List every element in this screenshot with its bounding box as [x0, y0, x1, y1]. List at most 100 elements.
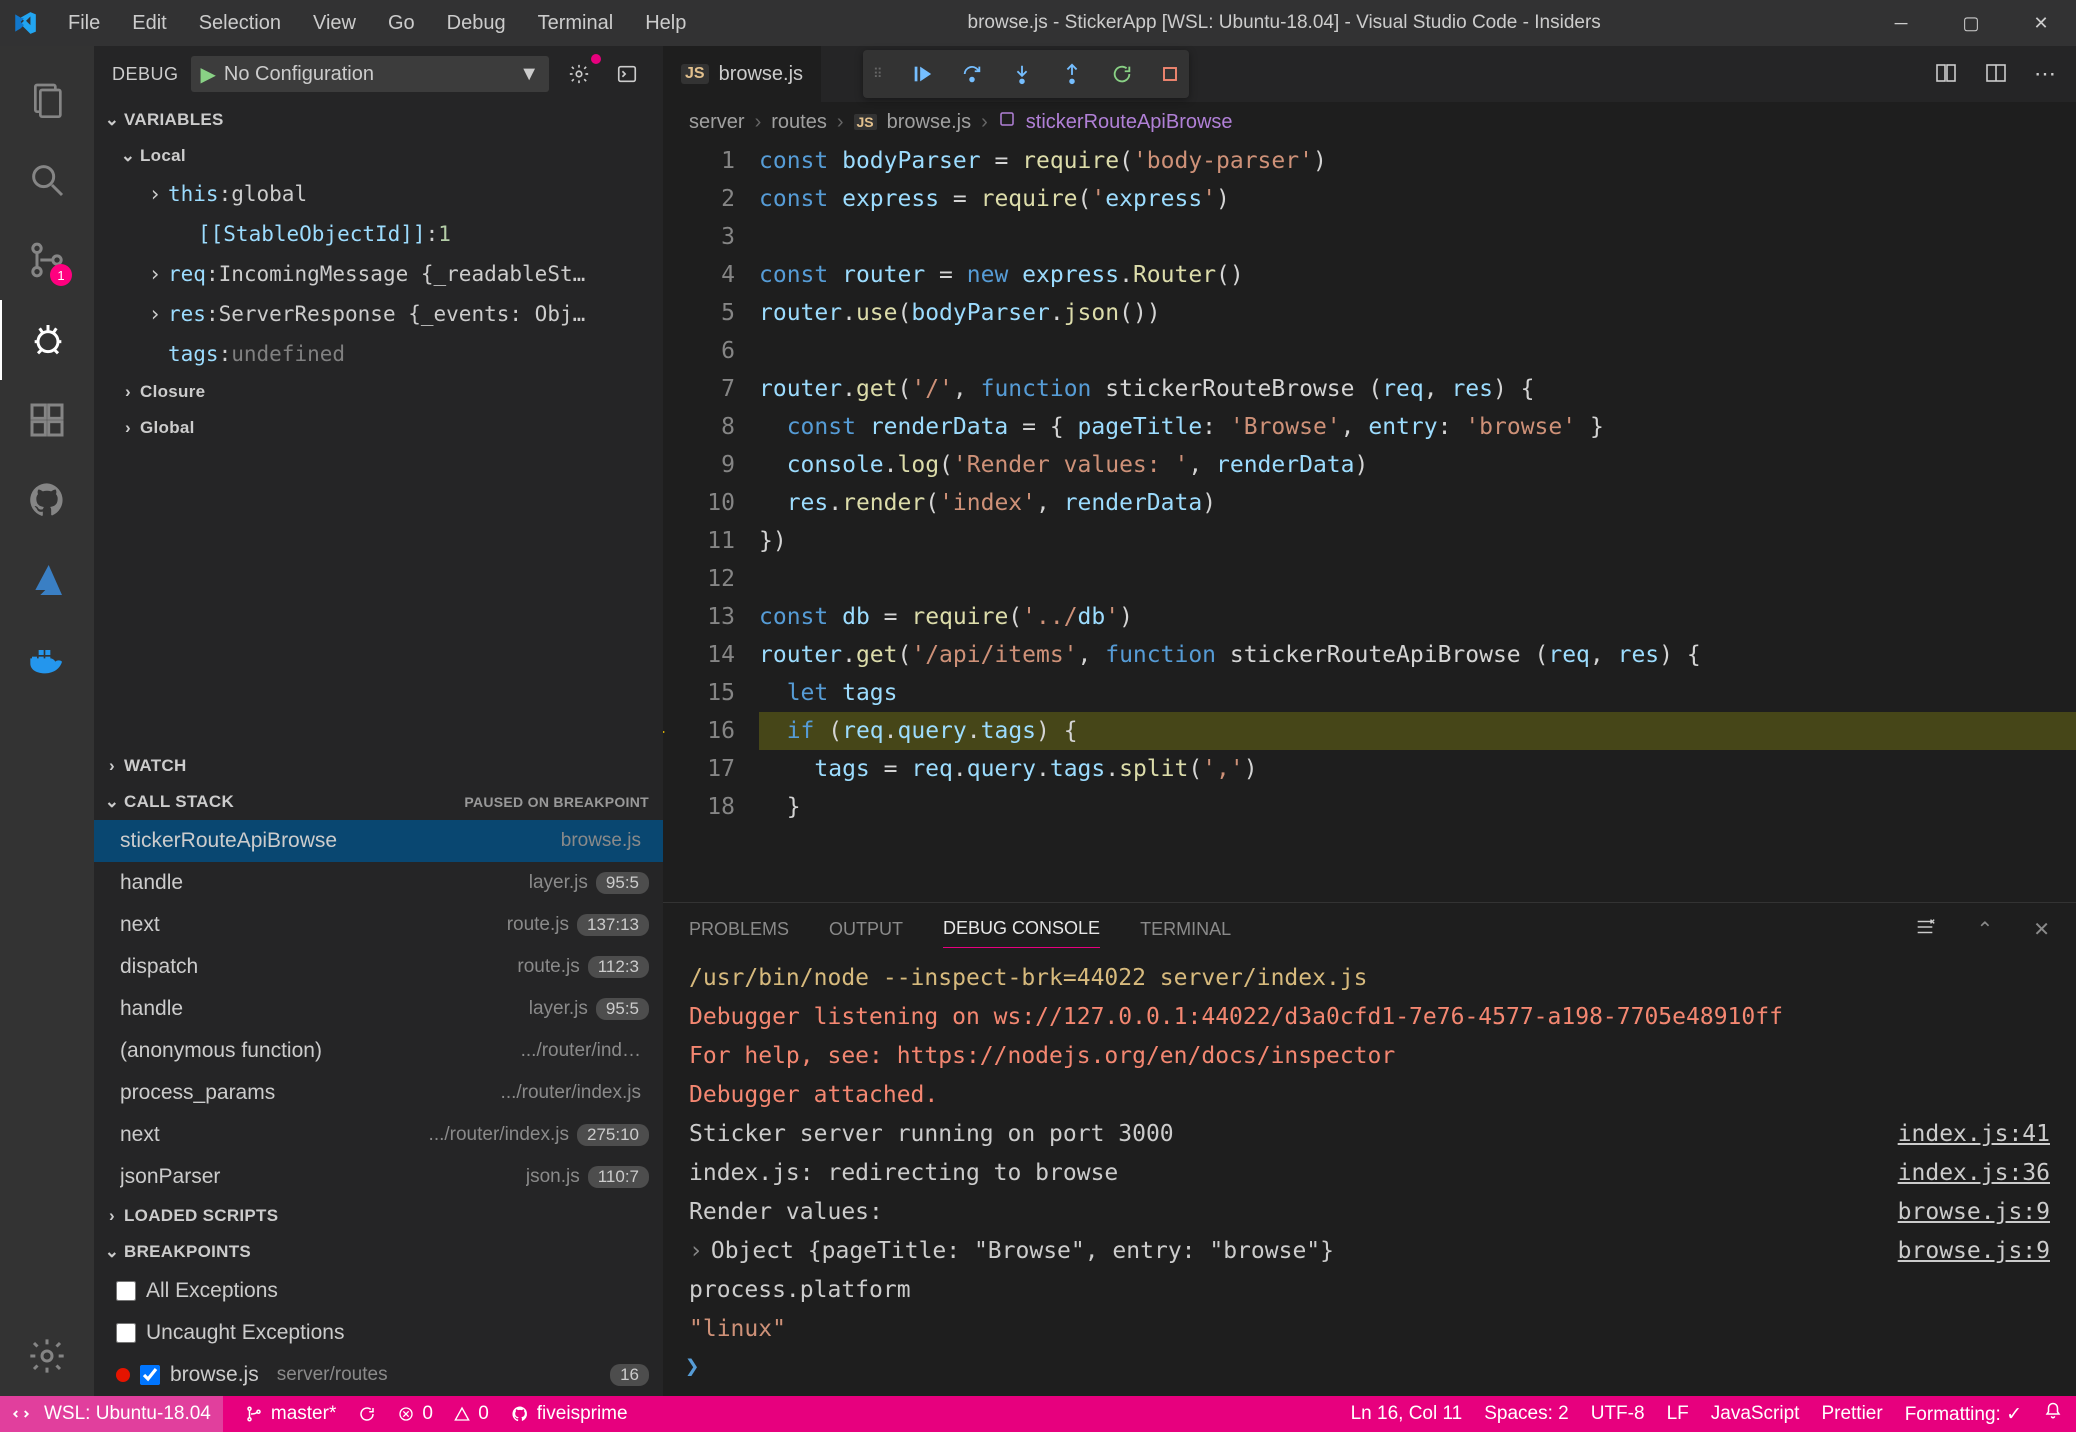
callstack-frame[interactable]: next.../router/index.js275:10: [94, 1114, 663, 1156]
js-file-icon: JS: [854, 114, 877, 130]
formatting-status[interactable]: Formatting: ✓: [1905, 1403, 2022, 1426]
split-editor-icon[interactable]: [1984, 61, 2008, 88]
bp-line-badge: 16: [610, 1364, 649, 1386]
continue-button[interactable]: [911, 63, 933, 85]
panel-tab-problems[interactable]: PROBLEMS: [689, 911, 789, 948]
indentation[interactable]: Spaces: 2: [1484, 1403, 1569, 1425]
breadcrumb[interactable]: server› routes› JS browse.js› stickerRou…: [663, 102, 2076, 142]
callstack-frame[interactable]: jsonParserjson.js110:7: [94, 1156, 663, 1198]
clear-console-icon[interactable]: [1914, 916, 1936, 943]
prettier-status[interactable]: Prettier: [1821, 1403, 1882, 1425]
extensions-icon[interactable]: [0, 380, 94, 460]
explorer-icon[interactable]: [0, 60, 94, 140]
callstack-frame[interactable]: (anonymous function).../router/ind…: [94, 1030, 663, 1072]
close-panel-icon[interactable]: ✕: [2033, 917, 2050, 942]
close-button[interactable]: ✕: [2006, 0, 2076, 46]
debug-config-dropdown[interactable]: ▶ No Configuration ▼: [191, 56, 549, 92]
callstack-frame[interactable]: process_params.../router/index.js: [94, 1072, 663, 1114]
breakpoint-all-exceptions[interactable]: All Exceptions: [94, 1270, 663, 1312]
variable-row[interactable]: ›req: IncomingMessage {_readableSt…: [94, 254, 663, 294]
debug-console-toggle-icon[interactable]: [609, 56, 645, 92]
callstack-frame[interactable]: dispatchroute.js112:3: [94, 946, 663, 988]
menu-bar: File Edit Selection View Go Debug Termin…: [52, 2, 702, 45]
azure-icon[interactable]: [0, 540, 94, 620]
menu-view[interactable]: View: [297, 2, 372, 45]
menu-selection[interactable]: Selection: [183, 2, 297, 45]
debug-console-output[interactable]: /usr/bin/node --inspect-brk=44022 server…: [663, 955, 2076, 1352]
panel-tab-terminal[interactable]: TERMINAL: [1140, 911, 1231, 948]
breadcrumb-item[interactable]: server: [689, 111, 745, 134]
title-bar: File Edit Selection View Go Debug Termin…: [0, 0, 2076, 46]
step-out-button[interactable]: [1061, 63, 1083, 85]
callstack-frame[interactable]: handlelayer.js95:5: [94, 988, 663, 1030]
language-mode[interactable]: JavaScript: [1711, 1403, 1800, 1425]
menu-edit[interactable]: Edit: [116, 2, 182, 45]
breadcrumb-symbol[interactable]: stickerRouteApiBrowse: [1026, 111, 1233, 134]
cursor-position[interactable]: Ln 16, Col 11: [1351, 1403, 1463, 1425]
sync-icon[interactable]: [358, 1405, 376, 1423]
console-line: Render values: browse.js:9: [689, 1193, 2050, 1232]
breadcrumb-item[interactable]: routes: [771, 111, 827, 134]
minimize-button[interactable]: ─: [1866, 0, 1936, 46]
bp-checkbox[interactable]: [116, 1323, 136, 1343]
maximize-button[interactable]: ▢: [1936, 0, 2006, 46]
more-actions-icon[interactable]: ⋯: [2034, 61, 2056, 87]
menu-debug[interactable]: Debug: [431, 2, 522, 45]
code-editor[interactable]: 123456789101112131415▶161718 const bodyP…: [663, 142, 2076, 902]
bp-checkbox[interactable]: [140, 1365, 160, 1385]
debug-icon[interactable]: [0, 300, 94, 380]
step-into-button[interactable]: [1011, 63, 1033, 85]
notifications-icon[interactable]: [2044, 1402, 2062, 1426]
stop-button[interactable]: [1161, 65, 1179, 83]
watch-section-header[interactable]: ›WATCH: [94, 748, 663, 784]
variable-row[interactable]: [[StableObjectId]]: 1: [94, 214, 663, 254]
panel-tab-output[interactable]: OUTPUT: [829, 911, 903, 948]
variable-row[interactable]: ›this: global: [94, 174, 663, 214]
encoding[interactable]: UTF-8: [1591, 1403, 1645, 1425]
source-control-icon[interactable]: 1: [0, 220, 94, 300]
menu-go[interactable]: Go: [372, 2, 431, 45]
panel-tabs: PROBLEMS OUTPUT DEBUG CONSOLE TERMINAL ⌃…: [663, 903, 2076, 955]
step-over-button[interactable]: [961, 63, 983, 85]
debug-toolbar[interactable]: ⠿: [863, 50, 1189, 98]
eol[interactable]: LF: [1667, 1403, 1689, 1425]
scope-closure[interactable]: ›Closure: [94, 374, 663, 410]
callstack-frame[interactable]: nextroute.js137:13: [94, 904, 663, 946]
breadcrumb-item[interactable]: browse.js: [887, 111, 971, 134]
github-icon[interactable]: [0, 460, 94, 540]
symbol-icon: [998, 110, 1016, 134]
variables-section-header[interactable]: ⌄VARIABLES: [94, 102, 663, 138]
variable-row[interactable]: tags: undefined: [94, 334, 663, 374]
panel-tab-debug-console[interactable]: DEBUG CONSOLE: [943, 910, 1100, 948]
breakpoint-uncaught-exceptions[interactable]: Uncaught Exceptions: [94, 1312, 663, 1354]
scope-local[interactable]: ⌄Local: [94, 138, 663, 174]
breakpoint-file[interactable]: browse.jsserver/routes16: [94, 1354, 663, 1396]
debug-console-input[interactable]: ❯: [663, 1352, 2076, 1396]
remote-indicator[interactable]: WSL: Ubuntu-18.04: [0, 1396, 223, 1432]
scope-global[interactable]: ›Global: [94, 410, 663, 446]
github-user[interactable]: fiveisprime: [511, 1403, 628, 1425]
callstack-frame[interactable]: stickerRouteApiBrowsebrowse.js: [94, 820, 663, 862]
callstack-frame[interactable]: handlelayer.js95:5: [94, 862, 663, 904]
settings-gear-icon[interactable]: [0, 1316, 94, 1396]
callstack-section-header[interactable]: ⌄CALL STACKPAUSED ON BREAKPOINT: [94, 784, 663, 820]
bp-checkbox[interactable]: [116, 1281, 136, 1301]
drag-handle-icon[interactable]: ⠿: [873, 66, 883, 82]
git-branch[interactable]: master*: [245, 1403, 336, 1425]
menu-terminal[interactable]: Terminal: [522, 2, 630, 45]
variable-row[interactable]: ›res: ServerResponse {_events: Obj…: [94, 294, 663, 334]
search-icon[interactable]: [0, 140, 94, 220]
restart-button[interactable]: [1111, 63, 1133, 85]
menu-help[interactable]: Help: [629, 2, 702, 45]
debug-settings-icon[interactable]: [561, 56, 597, 92]
editor-tab[interactable]: JS browse.js: [663, 46, 822, 102]
breakpoints-section-header[interactable]: ⌄BREAKPOINTS: [94, 1234, 663, 1270]
compare-changes-icon[interactable]: [1934, 61, 1958, 88]
docker-icon[interactable]: [0, 620, 94, 700]
loaded-scripts-section-header[interactable]: ›LOADED SCRIPTS: [94, 1198, 663, 1234]
menu-file[interactable]: File: [52, 2, 116, 45]
collapse-panel-icon[interactable]: ⌃: [1976, 917, 1993, 942]
start-debug-icon[interactable]: ▶: [201, 62, 216, 87]
status-bar: WSL: Ubuntu-18.04 master* 0 0 fiveisprim…: [0, 1396, 2076, 1432]
problems-indicator[interactable]: 0 0: [398, 1403, 488, 1425]
